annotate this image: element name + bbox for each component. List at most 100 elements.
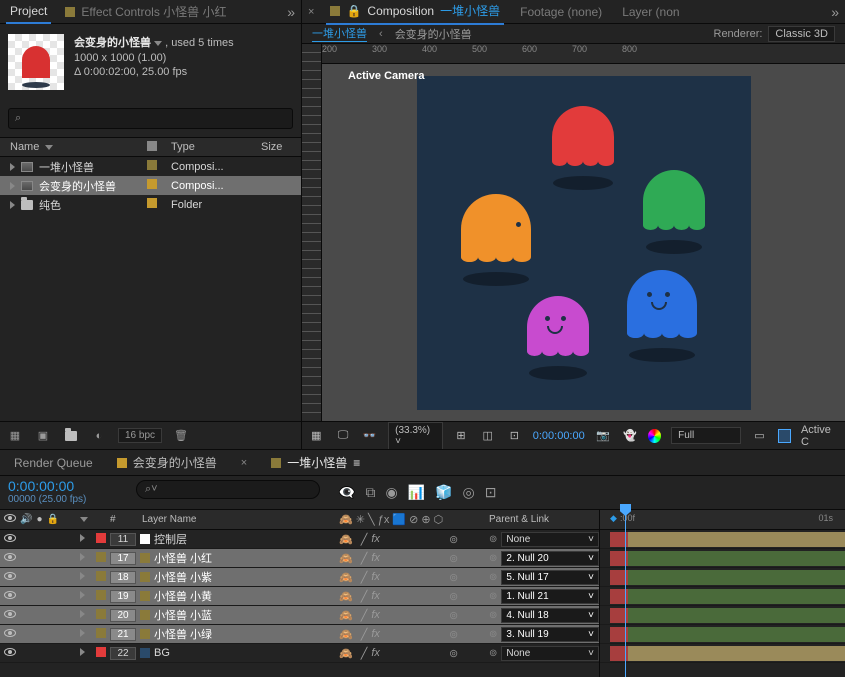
layer-name[interactable]: 小怪兽 小红 [154,550,212,566]
pickwhip-icon[interactable]: ⊚ [489,534,497,545]
spiral-icon[interactable]: ⊚ [449,553,458,565]
video-toggle[interactable] [4,648,16,656]
label-swatch[interactable] [96,571,106,581]
project-item[interactable]: 会变身的小怪兽 Composi... [0,176,301,195]
label-swatch[interactable] [96,552,106,562]
chevron-left-icon[interactable]: ‹ [379,28,383,40]
col-switches[interactable]: 🙈 ✳ ╲ ƒx 🟦 ⊘ ⊕ ⬡ [339,513,449,526]
mask-icon[interactable]: 👓 [361,427,378,445]
layer-name[interactable]: 小怪兽 小绿 [154,626,212,642]
bpc-toggle[interactable]: 16 bpc [118,428,162,443]
layer-name[interactable]: 小怪兽 小黄 [154,588,212,604]
layer-track[interactable] [600,625,845,644]
shy-icon[interactable]: 👁‍🗨 [338,484,355,501]
col-size[interactable]: Size [261,141,301,153]
roi-icon[interactable]: ◫ [479,427,496,445]
layer-row[interactable]: 20 小怪兽 小蓝 🙈 ╱ fx ⊚ ⊚4. Null 18˅ [0,606,599,625]
label-swatch[interactable] [147,198,157,208]
layer-track[interactable] [600,549,845,568]
fx-switch[interactable]: fx [371,533,380,545]
col-number[interactable]: # [110,514,136,525]
channel-icon[interactable] [648,429,661,443]
close-icon[interactable]: × [241,457,247,469]
spiral-icon[interactable]: ⊚ [449,610,458,622]
time-ruler[interactable]: ◆ :00f 01s [600,510,845,530]
sort-icon[interactable] [45,145,53,150]
layer-tab[interactable]: Layer (non [618,1,683,23]
project-search[interactable]: ⌕ [8,108,293,129]
resolution-icon[interactable]: ⊞ [453,427,470,445]
layer-track[interactable] [600,606,845,625]
twirl-icon[interactable] [80,534,85,542]
label-swatch[interactable] [96,609,106,619]
twirl-icon[interactable] [10,182,15,190]
layer-name[interactable]: 小怪兽 小紫 [154,569,212,585]
grid-icon[interactable]: ⊡ [506,427,523,445]
panel-overflow-icon[interactable]: » [287,4,295,20]
spiral-icon[interactable]: ⊚ [449,572,458,584]
twirl-icon[interactable] [10,163,15,171]
ruler-horizontal[interactable]: 200300400500600700800 [322,44,845,64]
fx-switch[interactable]: fx [371,571,380,583]
project-tab[interactable]: Project [6,0,51,24]
spiral-icon[interactable]: ⊚ [449,534,458,546]
fx-switch[interactable]: fx [371,647,380,659]
footage-tab[interactable]: Footage (none) [516,1,606,23]
ao-icon[interactable]: ◎ [463,484,475,501]
pickwhip-icon[interactable]: ⊚ [489,629,497,640]
zoom-select[interactable]: (33.3%) ˅ [388,422,443,450]
resolution-select[interactable]: Full [671,427,741,444]
parent-select[interactable]: 2. Null 20˅ [501,551,599,566]
pickwhip-icon[interactable]: ⊚ [489,572,497,583]
layer-row[interactable]: 18 小怪兽 小紫 🙈 ╱ fx ⊚ ⊚5. Null 17˅ [0,568,599,587]
composition-canvas[interactable] [417,76,751,410]
layer-row[interactable]: 11 控制层 🙈 ╱ fx ⊚ ⊚None˅ [0,530,599,549]
layer-name[interactable]: BG [154,647,170,659]
col-parent[interactable]: Parent & Link [489,514,599,525]
flyout-icon[interactable] [154,41,162,46]
viewer-timecode[interactable]: 0:00:00:00 [533,430,585,442]
ghost-blue[interactable] [627,270,697,338]
ruler-vertical[interactable] [302,44,322,421]
work-area-start-icon[interactable]: ◆ [610,513,617,524]
twirl-icon[interactable] [80,591,85,599]
ghost-red[interactable] [552,106,614,166]
motion-blur-icon[interactable]: ◉ [385,484,397,501]
twirl-icon[interactable] [80,572,85,580]
interpret-icon[interactable]: ▦ [6,427,24,445]
parent-select[interactable]: None˅ [501,646,599,661]
twirl-icon[interactable] [10,201,15,209]
draft3d-icon[interactable]: 🧊 [435,484,452,501]
pickwhip-icon[interactable]: ⊚ [489,591,497,602]
video-toggle[interactable] [4,534,16,542]
fx-switch[interactable]: fx [371,590,380,602]
project-item[interactable]: 纯色 Folder [0,195,301,214]
layer-name[interactable]: 小怪兽 小蓝 [154,607,212,623]
monitor-icon[interactable]: 🖵 [335,427,352,445]
label-swatch[interactable] [147,160,157,170]
ghost-green[interactable] [643,170,705,230]
shy-switch[interactable]: 🙈 [339,590,353,603]
playhead[interactable] [625,510,626,677]
composition-tab[interactable]: 🔒 Composition 一堆小怪兽 [326,0,504,25]
graph-editor-icon[interactable]: 📊 [408,484,425,501]
renderer-select[interactable]: Classic 3D [768,26,835,42]
layer-row[interactable]: 21 小怪兽 小绿 🙈 ╱ fx ⊚ ⊚3. Null 19˅ [0,625,599,644]
exposure-icon[interactable]: ▭ [751,427,768,445]
video-toggle[interactable] [4,610,16,618]
timeline-tab-1[interactable]: 会变身的小怪兽 [117,454,217,471]
parent-select[interactable]: 4. Null 18˅ [501,608,599,623]
shy-switch[interactable]: 🙈 [339,609,353,622]
lock-icon[interactable]: 🔒 [346,4,361,18]
parent-select[interactable]: 1. Null 21˅ [501,589,599,604]
pickwhip-icon[interactable]: ⊚ [489,553,497,564]
show-snapshot-icon[interactable]: 👻 [621,427,638,445]
label-icon[interactable] [147,141,157,151]
project-item[interactable]: 一堆小怪兽 Composi... [0,157,301,176]
fx-switch[interactable]: fx [371,628,380,640]
expand-icon[interactable]: ⊡ [485,484,497,501]
video-toggle[interactable] [4,591,16,599]
layer-search[interactable]: ⌕˅ [136,480,320,499]
spiral-icon[interactable]: ⊚ [449,591,458,603]
shy-switch[interactable]: 🙈 [339,628,353,641]
